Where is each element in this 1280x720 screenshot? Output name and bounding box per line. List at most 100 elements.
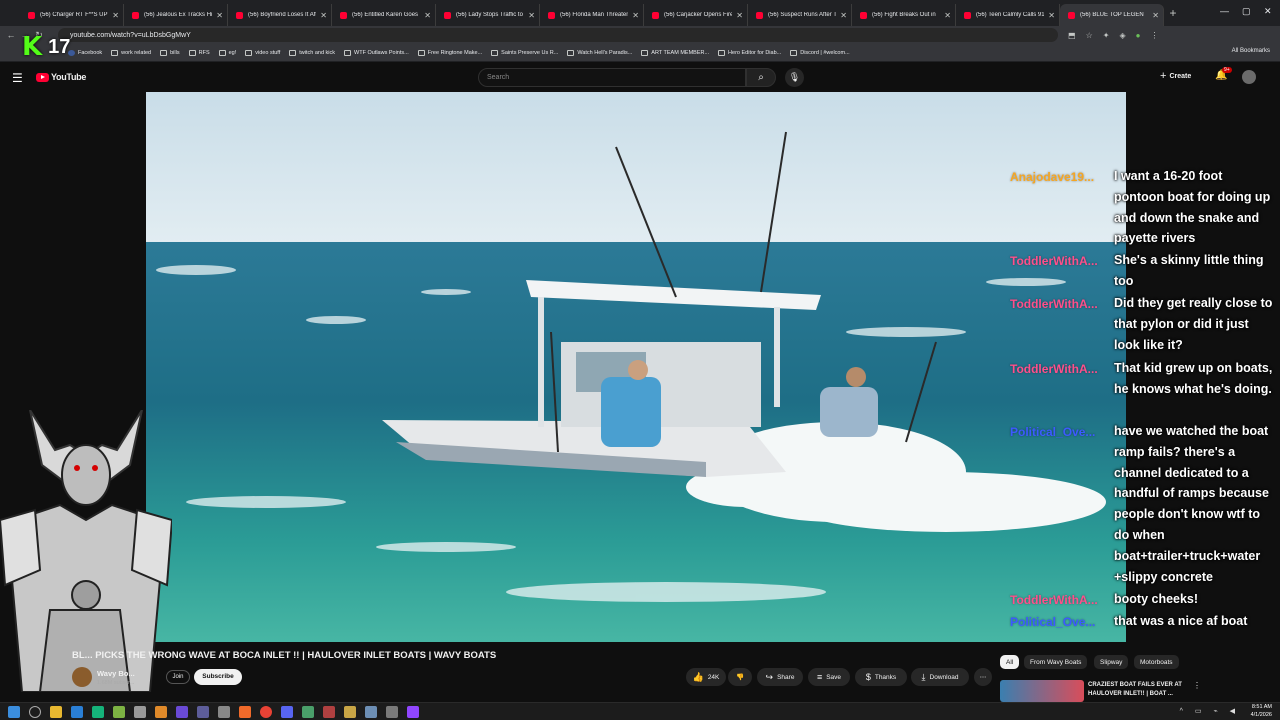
tab-close-icon[interactable]: ✕ [528, 11, 535, 20]
filter-chip[interactable]: Motorboats [1134, 655, 1179, 669]
account-avatar[interactable] [1242, 70, 1256, 84]
extension-icon[interactable]: ✦ [1103, 31, 1110, 40]
maximize-icon[interactable]: ▢ [1242, 6, 1251, 17]
taskbar-app-icon[interactable] [71, 705, 83, 718]
taskbar-app-icon[interactable] [176, 705, 188, 718]
thanks-button[interactable]: $ Thanks [855, 668, 907, 686]
filter-chip[interactable]: From Wavy Boats [1024, 655, 1088, 669]
subscribe-button[interactable]: Subscribe [194, 669, 242, 685]
bookmark-item[interactable]: Watch Hell's Paradis... [567, 49, 632, 56]
bookmark-item[interactable]: RFS [188, 49, 210, 56]
minimize-icon[interactable]: — [1220, 6, 1229, 16]
back-icon[interactable]: ← [4, 30, 18, 40]
related-video-title[interactable]: CRAZIEST BOAT FAILS EVER AT HAULOVER INL… [1088, 681, 1192, 699]
browser-tab[interactable]: (56) Charger RT F**S UP ✕ [20, 4, 124, 26]
taskbar-search-icon[interactable] [29, 705, 41, 718]
bookmark-item[interactable]: Hero Editor for Diab... [718, 49, 781, 56]
tab-close-icon[interactable]: ✕ [736, 11, 743, 20]
related-more-icon[interactable]: ⋮ [1193, 681, 1201, 690]
download-label: Download [929, 673, 959, 681]
taskbar-app-icon[interactable] [134, 705, 146, 718]
browser-tab[interactable]: (56) Carjacker Opens Fire ✕ [644, 4, 748, 26]
voice-search-button[interactable]: 🎙 [785, 68, 804, 87]
taskbar-app-icon[interactable] [323, 705, 335, 718]
bookmark-item[interactable]: video stuff [245, 49, 280, 56]
taskbar-app-icon[interactable] [218, 705, 230, 718]
search-button[interactable]: ⌕ [746, 68, 776, 87]
browser-tab[interactable]: (56) Entitled Karen Goes I ✕ [332, 4, 436, 26]
close-window-icon[interactable]: ✕ [1264, 6, 1272, 17]
taskbar-app-icon[interactable] [302, 705, 314, 718]
join-button[interactable]: Join [166, 670, 190, 684]
menu-dots-icon[interactable]: ⋮ [1150, 31, 1158, 40]
browser-tab[interactable]: (56) Jealous Ex Tracks His ✕ [124, 4, 228, 26]
taskbar-app-icon[interactable] [386, 705, 398, 718]
file-explorer-icon[interactable] [50, 705, 62, 718]
install-icon[interactable]: ⬒ [1068, 31, 1076, 40]
bookmark-item[interactable]: ART TEAM MEMBER... [641, 49, 709, 56]
taskbar-app-icon[interactable] [407, 705, 419, 718]
bookmark-item[interactable]: WTF Outlaws Points... [344, 49, 409, 56]
all-bookmarks[interactable]: All Bookmarks [1232, 48, 1270, 54]
tab-close-icon[interactable]: ✕ [840, 11, 847, 20]
browser-tab[interactable]: (56) Suspect Runs After T ✕ [748, 4, 852, 26]
browser-tab[interactable]: (56) Lady Stops Traffic to ✕ [436, 4, 540, 26]
channel-avatar[interactable] [72, 667, 92, 687]
video-player[interactable] [146, 92, 1126, 642]
browser-tab[interactable]: (56) Boyfriend Loses It After ✕ [228, 4, 332, 26]
tab-close-icon[interactable]: ✕ [944, 11, 951, 20]
firefox-icon[interactable] [239, 705, 251, 718]
browser-tab[interactable]: (56) Fight Breaks Out in ✕ [852, 4, 956, 26]
taskbar-app-icon[interactable] [155, 705, 167, 718]
taskbar-app-icon[interactable] [113, 705, 125, 718]
windows-start-icon[interactable] [8, 705, 20, 718]
bookmark-item[interactable]: Discord | #welcom... [790, 49, 850, 56]
tab-close-icon[interactable]: ✕ [112, 11, 119, 20]
related-video-thumbnail[interactable] [1000, 680, 1084, 702]
filter-chip[interactable]: All [1000, 655, 1020, 669]
browser-tab[interactable]: (56) BLUE TOP LEGEN ✕ [1060, 4, 1164, 26]
tab-close-icon[interactable]: ✕ [424, 11, 431, 20]
dislike-button[interactable]: 👎 [728, 668, 752, 686]
tab-close-icon[interactable]: ✕ [632, 11, 639, 20]
channel-name[interactable]: Wavy Bo... [97, 669, 135, 678]
bookmark-item[interactable]: bills [160, 49, 180, 56]
bookmark-item[interactable]: work related [111, 49, 151, 56]
taskbar-app-icon[interactable] [197, 705, 209, 718]
tab-close-icon[interactable]: ✕ [1048, 11, 1055, 20]
tab-close-icon[interactable]: ✕ [320, 11, 327, 20]
discord-icon[interactable] [281, 705, 293, 718]
download-button[interactable]: ⤓ Download [911, 668, 969, 686]
tab-close-icon[interactable]: ✕ [1152, 11, 1159, 20]
bookmark-item[interactable]: twitch and kick [289, 49, 335, 56]
tab-close-icon[interactable]: ✕ [216, 11, 223, 20]
chrome-icon[interactable] [260, 705, 272, 718]
taskbar-app-icon[interactable] [92, 705, 104, 718]
taskbar-app-icon[interactable] [365, 705, 377, 718]
profile-icon[interactable]: ● [1136, 31, 1141, 40]
share-button[interactable]: ↪ Share [757, 668, 803, 686]
youtube-logo[interactable]: YouTube [36, 72, 86, 82]
search-input[interactable]: Search [478, 68, 746, 87]
new-tab-button[interactable]: + [1164, 6, 1182, 20]
like-button[interactable]: 👍 24K [686, 668, 726, 686]
puzzle-icon[interactable]: ◈ [1119, 31, 1125, 40]
create-label: Create [1169, 72, 1192, 80]
create-button[interactable]: + Create [1160, 70, 1191, 82]
bookmark-item[interactable]: eg! [218, 49, 236, 56]
taskbar-clock[interactable]: 8:51 AM 4/1/2026 [1251, 704, 1272, 719]
bookmark-item[interactable]: Saints Preserve Us R... [491, 49, 558, 56]
hamburger-menu-icon[interactable]: ☰ [12, 71, 23, 85]
system-tray-icons[interactable]: ^ ▭ ⌁ ◀ [1180, 707, 1240, 715]
more-actions-button[interactable]: ⋯ [974, 668, 992, 686]
save-button[interactable]: ≡ Save [808, 668, 850, 686]
url-field[interactable]: youtube.com/watch?v=uLbDsbGgMwY [58, 28, 1058, 42]
bookmark-item[interactable]: Free Ringtone Make... [417, 49, 482, 56]
filter-chip[interactable]: Slipway [1094, 655, 1129, 669]
bookmark-star-icon[interactable]: ☆ [1086, 31, 1093, 40]
tab-title: (56) Suspect Runs After T [768, 12, 837, 18]
taskbar-app-icon[interactable] [344, 705, 356, 718]
browser-tab[interactable]: (56) Florida Man Threaten ✕ [540, 4, 644, 26]
bookmark-item[interactable]: Facebook [68, 49, 102, 56]
browser-tab[interactable]: (56) Teen Calmly Calls 911 ✕ [956, 4, 1060, 26]
